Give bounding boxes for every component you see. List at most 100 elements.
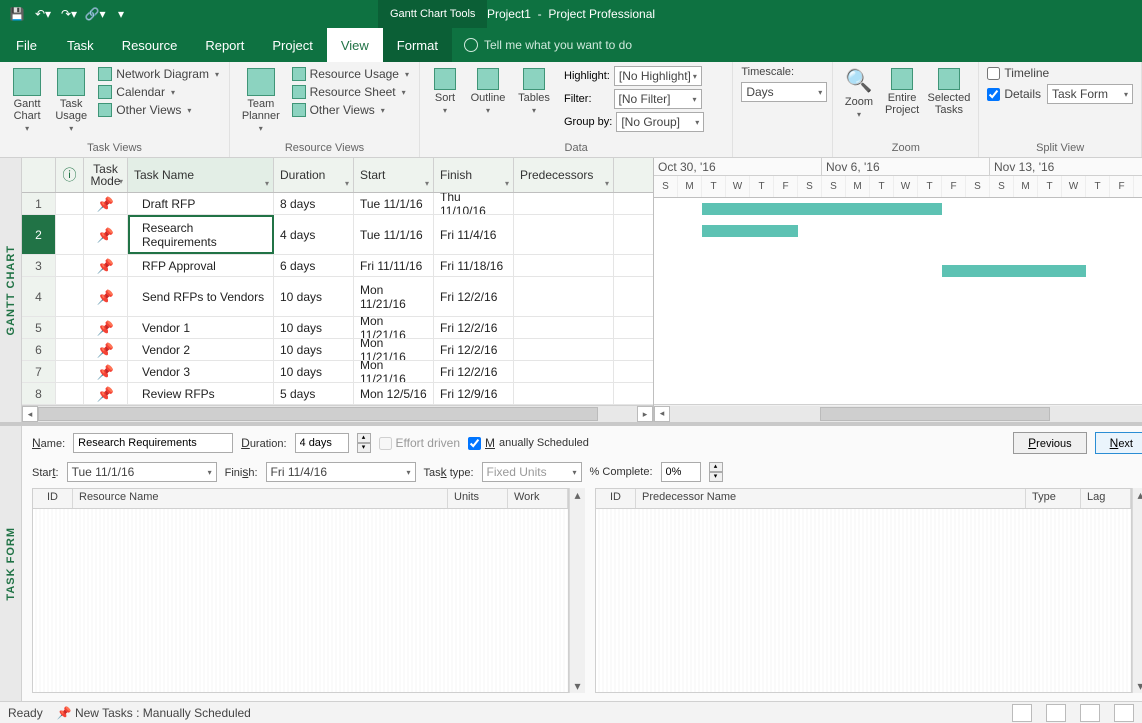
other-resource-views-button[interactable]: Other Views▾ — [290, 102, 411, 118]
table-row[interactable]: 5📌Vendor 110 daysMon 11/21/16Fri 12/2/16 — [22, 317, 653, 339]
ribbon-tabs: File Task Resource Report Project View F… — [0, 28, 1142, 62]
quick-access-toolbar: 💾 ↶▾ ↷▾ 🔗▾ ▾ — [0, 3, 138, 25]
col-finish[interactable]: Finish▾ — [434, 158, 514, 192]
predecessor-grid[interactable]: ID Predecessor Name Type Lag — [595, 488, 1132, 693]
status-ready: Ready — [8, 706, 43, 720]
filter-combo[interactable]: [No Filter]▾ — [614, 89, 702, 109]
table-row[interactable]: 1📌Draft RFP8 daysTue 11/1/16Thu 11/10/16 — [22, 193, 653, 215]
resource-grid[interactable]: ID Resource Name Units Work — [32, 488, 569, 693]
tab-task[interactable]: Task — [53, 28, 108, 62]
view-shortcut-1[interactable] — [1012, 704, 1032, 722]
gantt-timeline: Oct 30, '16 Nov 6, '16 Nov 13, '16 SMTWT… — [654, 158, 1142, 422]
group-split-view: Split View — [987, 140, 1133, 157]
col-rownum[interactable] — [22, 158, 56, 192]
col-task-mode[interactable]: Task Mode▾ — [84, 158, 128, 192]
gantt-chart-button[interactable]: Gantt Chart▾ — [8, 66, 46, 133]
gantt-hscroll[interactable]: ◂▸ — [654, 404, 1142, 422]
pin-icon: 📌 — [97, 322, 114, 334]
zoom-button[interactable]: 🔍Zoom▾ — [841, 66, 876, 119]
col-duration[interactable]: Duration▾ — [274, 158, 354, 192]
qat-customize-icon[interactable]: ▾ — [110, 3, 132, 25]
gantt-bar[interactable] — [942, 265, 1086, 277]
network-diagram-button[interactable]: Network Diagram▾ — [96, 66, 221, 82]
undo-icon[interactable]: ↶▾ — [32, 3, 54, 25]
table-hscroll[interactable]: ◂▸ — [22, 405, 653, 422]
tell-me-search[interactable]: Tell me what you want to do — [452, 28, 644, 62]
previous-button[interactable]: Previous — [1013, 432, 1086, 454]
group-zoom: Zoom — [841, 140, 970, 157]
details-view-combo[interactable]: Task Form▾ — [1047, 84, 1133, 104]
title-bar: 💾 ↶▾ ↷▾ 🔗▾ ▾ Gantt Chart Tools Project1 … — [0, 0, 1142, 28]
resource-sheet-button[interactable]: Resource Sheet▾ — [290, 84, 411, 100]
link-icon[interactable]: 🔗▾ — [84, 3, 106, 25]
redo-icon[interactable]: ↷▾ — [58, 3, 80, 25]
table-row[interactable]: 2📌Research Requirements4 daysTue 11/1/16… — [22, 215, 653, 255]
contextual-tab-label: Gantt Chart Tools — [378, 0, 487, 28]
table-row[interactable]: 6📌Vendor 210 daysMon 11/21/16Fri 12/2/16 — [22, 339, 653, 361]
view-shortcut-4[interactable] — [1114, 704, 1134, 722]
task-type-combo[interactable]: Fixed Units▾ — [482, 462, 582, 482]
table-row[interactable]: 8📌Review RFPs5 daysMon 12/5/16Fri 12/9/1… — [22, 383, 653, 405]
pct-stepper[interactable]: ▴▾ — [709, 462, 723, 482]
tables-button[interactable]: Tables▾ — [514, 66, 554, 115]
duration-stepper[interactable]: ▴▾ — [357, 433, 371, 453]
status-bar: Ready 📌 New Tasks : Manually Scheduled — [0, 701, 1142, 723]
window-title: Project1 - Project Professional — [487, 7, 655, 21]
entire-project-button[interactable]: Entire Project — [883, 66, 922, 116]
predecessor-grid-vscroll[interactable]: ▴▾ — [1132, 488, 1142, 693]
start-combo[interactable]: Tue 11/1/16▾ — [67, 462, 217, 482]
table-row[interactable]: 4📌Send RFPs to Vendors10 daysMon 11/21/1… — [22, 277, 653, 317]
col-task-name[interactable]: Task Name▾ — [128, 158, 274, 192]
pin-icon: 📌 — [97, 291, 114, 303]
save-icon[interactable]: 💾 — [6, 3, 28, 25]
tab-format[interactable]: Format — [383, 28, 452, 62]
selected-tasks-button[interactable]: Selected Tasks — [928, 66, 971, 116]
groupby-combo[interactable]: [No Group]▾ — [616, 112, 704, 132]
task-usage-button[interactable]: Task Usage▾ — [52, 66, 90, 133]
task-table: ⓘ Task Mode▾ Task Name▾ Duration▾ Start▾… — [22, 158, 654, 422]
col-predecessors[interactable]: Predecessors▾ — [514, 158, 614, 192]
team-planner-button[interactable]: Team Planner▾ — [238, 66, 284, 133]
finish-combo[interactable]: Fri 11/4/16▾ — [266, 462, 416, 482]
col-indicators[interactable]: ⓘ — [56, 158, 84, 192]
tab-report[interactable]: Report — [191, 28, 258, 62]
view-shortcut-2[interactable] — [1046, 704, 1066, 722]
col-start[interactable]: Start▾ — [354, 158, 434, 192]
task-form-side-label[interactable]: TASK FORM — [0, 426, 22, 701]
gantt-bar[interactable] — [702, 203, 942, 215]
sort-button[interactable]: Sort▾ — [428, 66, 462, 115]
calendar-button[interactable]: Calendar▾ — [96, 84, 221, 100]
next-button[interactable]: Next — [1095, 432, 1142, 454]
pin-icon: 📌 — [97, 388, 114, 400]
outline-button[interactable]: Outline▾ — [468, 66, 508, 115]
highlight-combo[interactable]: [No Highlight]▾ — [614, 66, 702, 86]
task-form: Name: Duration: ▴▾ Effort driven Manuall… — [22, 426, 1142, 701]
tab-view[interactable]: View — [327, 28, 383, 62]
gantt-chart-side-label[interactable]: GANTT CHART — [0, 158, 22, 422]
group-task-views: Task Views — [8, 140, 221, 157]
pct-complete-input[interactable] — [661, 462, 701, 482]
resource-usage-button[interactable]: Resource Usage▾ — [290, 66, 411, 82]
pin-icon: 📌 — [97, 229, 114, 241]
table-row[interactable]: 3📌RFP Approval6 daysFri 11/11/16Fri 11/1… — [22, 255, 653, 277]
tab-file[interactable]: File — [0, 28, 53, 62]
group-data: Data — [428, 140, 724, 157]
gantt-bar[interactable] — [702, 225, 798, 237]
view-shortcut-3[interactable] — [1080, 704, 1100, 722]
pin-icon: 📌 — [97, 366, 114, 378]
tab-resource[interactable]: Resource — [108, 28, 192, 62]
task-name-input[interactable] — [73, 433, 233, 453]
timescale-combo[interactable]: Days▾ — [741, 82, 827, 102]
group-resource-views: Resource Views — [238, 140, 411, 157]
timeline-checkbox[interactable]: Timeline — [987, 66, 1049, 80]
tab-project[interactable]: Project — [258, 28, 326, 62]
pin-icon: 📌 — [97, 260, 114, 272]
duration-input[interactable] — [295, 433, 349, 453]
info-icon: ⓘ — [63, 165, 77, 185]
effort-driven-checkbox[interactable]: Effort driven — [379, 436, 460, 450]
other-task-views-button[interactable]: Other Views▾ — [96, 102, 221, 118]
resource-grid-vscroll[interactable]: ▴▾ — [569, 488, 585, 693]
manually-scheduled-checkbox[interactable]: Manually Scheduled — [468, 436, 589, 450]
details-checkbox[interactable]: Details — [987, 87, 1041, 101]
table-row[interactable]: 7📌Vendor 310 daysMon 11/21/16Fri 12/2/16 — [22, 361, 653, 383]
